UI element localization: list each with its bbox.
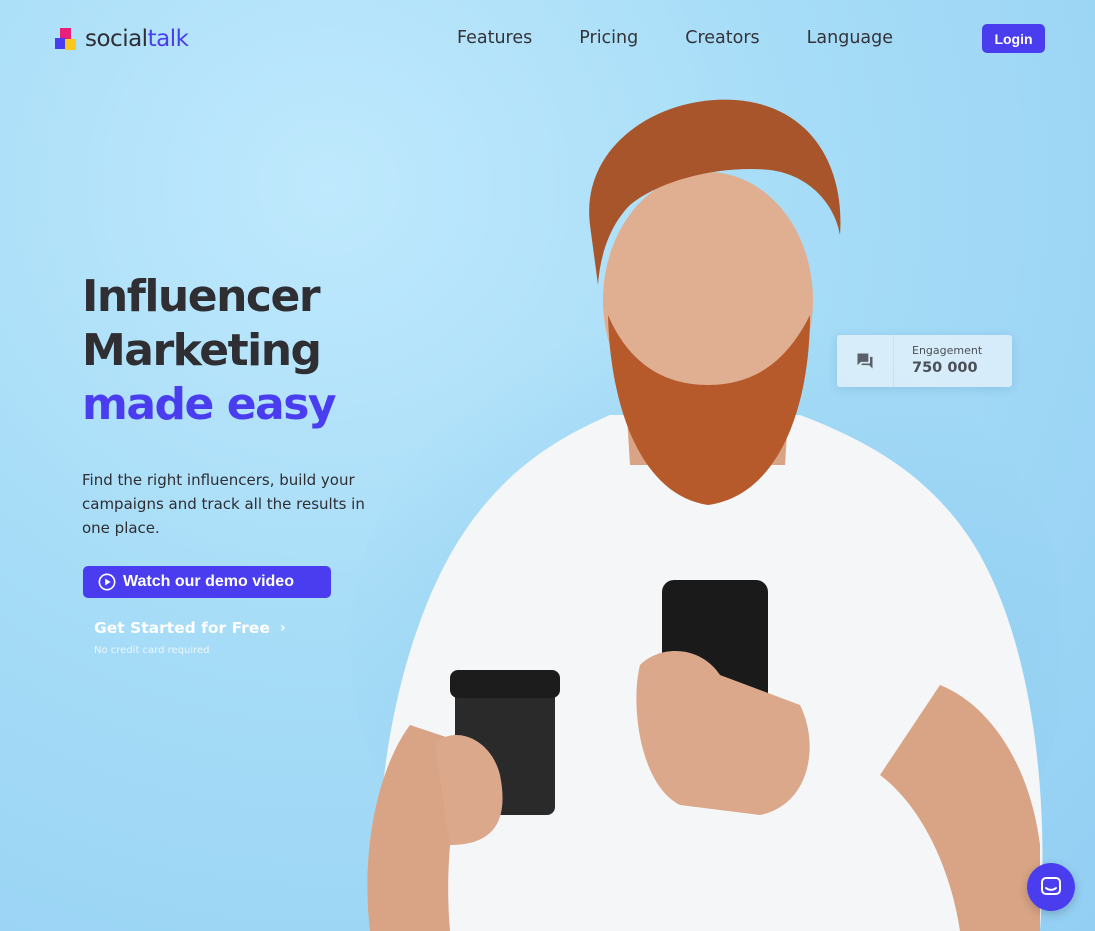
headline-line-2: Marketing [82,325,322,376]
logo-mark-icon [55,28,77,50]
main-menu: Features Pricing Creators Language [457,28,940,48]
play-circle-icon [98,573,116,591]
headline-line-1: Influencer [82,271,321,322]
hero-subtitle: Find the right influencers, build your c… [82,471,365,537]
nav-pricing[interactable]: Pricing [579,28,638,48]
get-started-label: Get Started for Free [94,619,270,637]
headline-line-3: made easy [82,379,337,430]
nav-language[interactable]: Language [807,28,893,48]
messenger-icon [1041,877,1061,895]
nav-features[interactable]: Features [457,28,532,48]
chat-icon [837,335,894,387]
hero-photo [350,99,1060,931]
engagement-label: Engagement [912,344,983,357]
get-started-link[interactable]: Get Started for Free › [94,619,286,637]
messenger-button[interactable] [1027,863,1075,911]
logo-text-social: social [85,26,148,52]
top-nav: socialtalk Features Pricing Creators Lan… [0,0,1095,80]
engagement-card: Engagement 750 000 [837,335,1012,387]
logo-text: socialtalk [85,26,189,52]
logo[interactable]: socialtalk [55,26,189,52]
nav-creators[interactable]: Creators [685,28,759,48]
watch-demo-button[interactable]: Watch our demo video [83,566,331,598]
hero-section: Influencer Marketing made easy Find the … [82,270,402,540]
engagement-value: 750 000 [912,360,978,376]
login-button[interactable]: Login [982,24,1045,53]
watch-demo-label: Watch our demo video [123,573,294,590]
logo-text-talk: talk [147,26,189,52]
chevron-right-icon: › [279,620,286,636]
no-credit-card-note: No credit card required [94,645,210,656]
